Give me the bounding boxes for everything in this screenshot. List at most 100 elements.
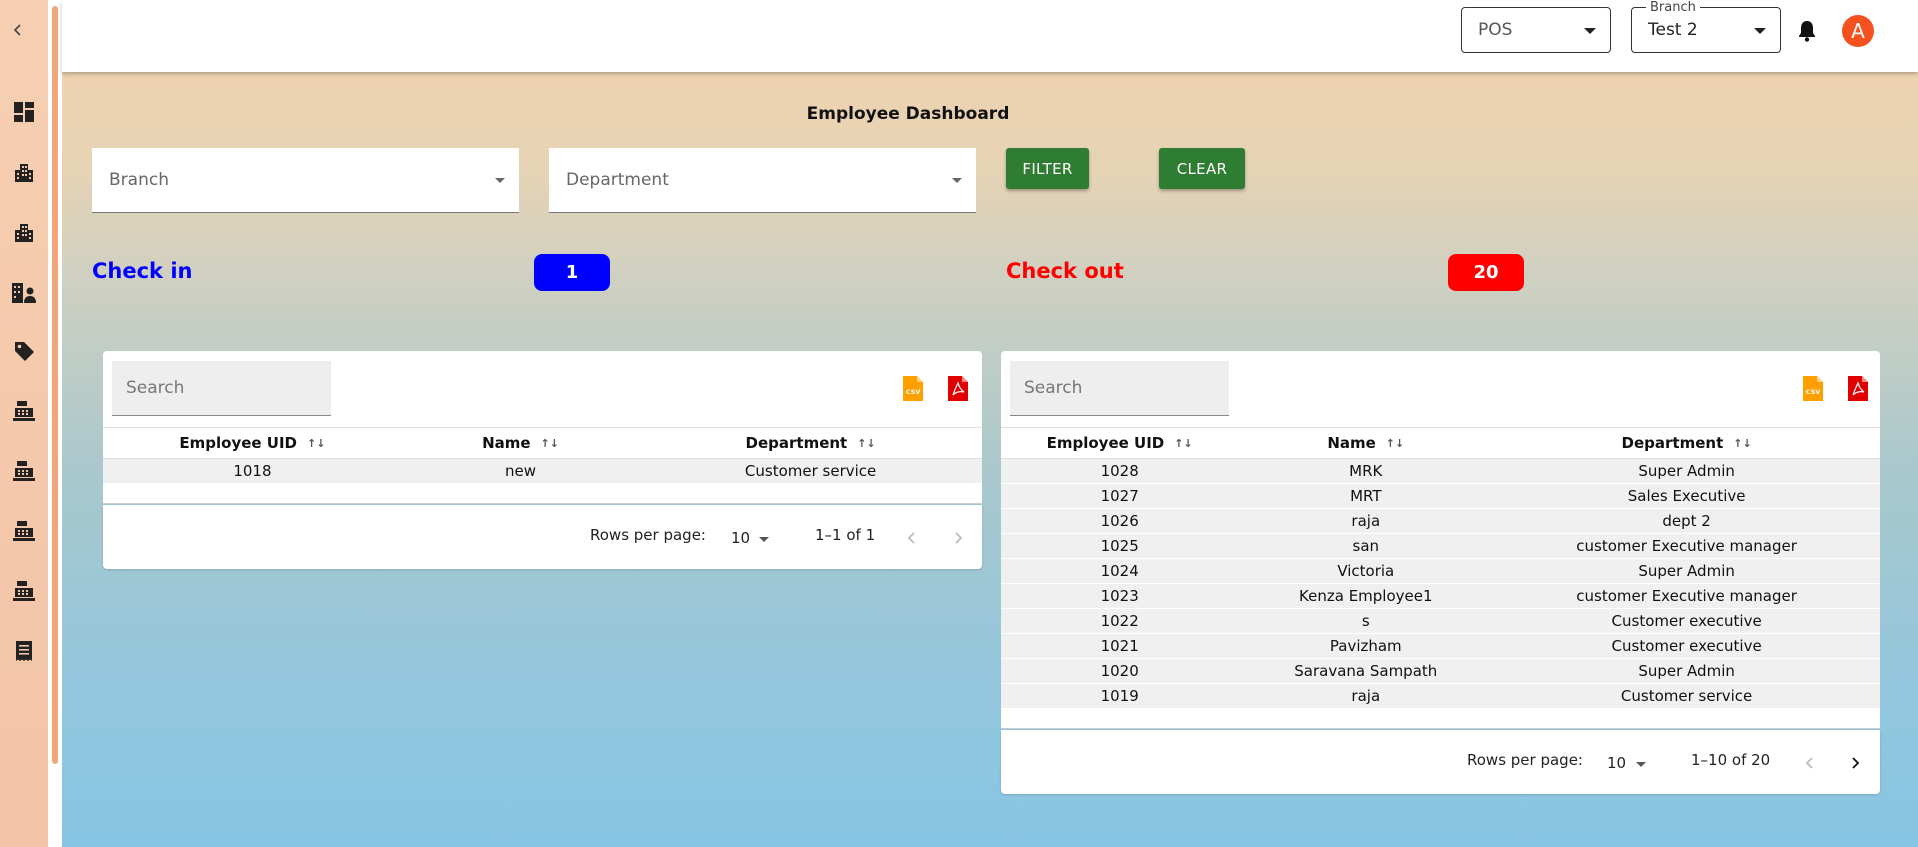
clear-button[interactable]: CLEAR: [1159, 148, 1245, 189]
sidebar-item-tags[interactable]: [11, 338, 37, 364]
cell-employee-uid: 1024: [1001, 558, 1239, 584]
table-row[interactable]: 1022 s Customer executive: [1001, 608, 1880, 634]
table-row[interactable]: 1020 Saravana Sampath Super Admin: [1001, 658, 1880, 684]
export-csv-button[interactable]: CSV: [1802, 375, 1824, 402]
table-row[interactable]: 1024 Victoria Super Admin: [1001, 558, 1880, 584]
branch-select-legend: Branch: [1646, 0, 1700, 15]
cell-department: Super Admin: [1493, 458, 1880, 484]
csv-file-icon: CSV: [903, 376, 923, 401]
next-page-button[interactable]: [1845, 753, 1865, 773]
chevron-left-icon: [907, 532, 915, 544]
column-header-label: Name: [1327, 434, 1376, 452]
column-header-employee-uid[interactable]: Employee UID ↑↓: [103, 427, 402, 459]
sidebar-item-pos-3[interactable]: [11, 518, 37, 544]
sidebar-item-reports[interactable]: [11, 638, 37, 664]
tag-icon: [15, 342, 34, 361]
column-header-name[interactable]: Name ↑↓: [1238, 427, 1494, 459]
receipt-list-icon: [16, 641, 32, 661]
table-row[interactable]: 1023 Kenza Employee1 customer Executive ma…: [1001, 583, 1880, 609]
checkin-table: Employee UID ↑↓ Name ↑↓ Department ↑↓ 1018 …: [103, 427, 982, 484]
sidebar-item-employees[interactable]: [11, 279, 37, 305]
checkin-pagination: Rows per page: 10 1–1 of 1: [103, 505, 982, 569]
branch-filter-select[interactable]: Branch: [92, 148, 519, 213]
cash-register-icon: [13, 401, 35, 421]
rows-per-page-select[interactable]: 10: [1607, 754, 1626, 772]
chevron-down-icon[interactable]: [1636, 762, 1646, 767]
filter-button[interactable]: FILTER: [1006, 148, 1089, 189]
checkin-label: Check in: [92, 259, 193, 283]
cell-employee-uid: 1027: [1001, 483, 1239, 509]
cell-department: Customer executive: [1493, 633, 1880, 659]
chevron-down-icon: [1754, 28, 1766, 34]
cell-name: Victoria: [1238, 558, 1494, 584]
cell-employee-uid: 1022: [1001, 608, 1239, 634]
export-pdf-button[interactable]: [1847, 375, 1869, 402]
pdf-file-icon: [1848, 376, 1868, 401]
table-row[interactable]: 1028 MRK Super Admin: [1001, 458, 1880, 484]
table-row[interactable]: 1018 new Customer service: [103, 458, 982, 484]
checkout-label: Check out: [1006, 259, 1124, 283]
export-csv-button[interactable]: CSV: [902, 375, 924, 402]
sidebar: [0, 0, 62, 847]
chevron-left-icon: [1805, 757, 1813, 769]
cell-name: Saravana Sampath: [1238, 658, 1494, 684]
next-page-button[interactable]: [948, 528, 968, 548]
table-row[interactable]: 1027 MRT Sales Executive: [1001, 483, 1880, 509]
export-pdf-button[interactable]: [947, 375, 969, 402]
cell-employee-uid: 1018: [103, 458, 402, 484]
column-header-label: Department: [1621, 434, 1724, 452]
table-row[interactable]: 1026 raja dept 2: [1001, 508, 1880, 534]
pos-select[interactable]: POS: [1461, 7, 1611, 53]
table-row[interactable]: 1025 san customer Executive manager: [1001, 533, 1880, 559]
sort-icon[interactable]: ↑↓: [541, 437, 559, 450]
table-row[interactable]: 1019 raja Customer service: [1001, 683, 1880, 709]
sort-icon[interactable]: ↑↓: [1386, 437, 1404, 450]
column-header-department[interactable]: Department ↑↓: [1493, 427, 1880, 459]
rows-per-page-label: Rows per page:: [1467, 751, 1583, 769]
main-content: POS Branch Test 2 A Employee Dashboard B…: [62, 0, 1918, 847]
cell-name: san: [1238, 533, 1494, 559]
prev-page-button[interactable]: [902, 528, 922, 548]
sidebar-item-dashboard[interactable]: [11, 99, 37, 125]
sidebar-item-pos-4[interactable]: [11, 578, 37, 604]
rows-per-page-select[interactable]: 10: [731, 529, 750, 547]
column-header-employee-uid[interactable]: Employee UID ↑↓: [1001, 427, 1239, 459]
sort-icon[interactable]: ↑↓: [1174, 437, 1192, 450]
sort-icon[interactable]: ↑↓: [307, 437, 325, 450]
cell-department: Customer service: [639, 458, 982, 484]
avatar[interactable]: A: [1842, 15, 1874, 47]
sidebar-item-company[interactable]: [11, 159, 37, 185]
cell-department: Customer service: [1493, 683, 1880, 709]
cash-register-icon: [13, 461, 35, 481]
checkout-pagination: Rows per page: 10 1–10 of 20: [1001, 730, 1880, 794]
page-title: Employee Dashboard: [62, 104, 1918, 124]
table-header-row: Employee UID ↑↓ Name ↑↓ Department ↑↓: [103, 427, 982, 459]
column-header-label: Employee UID: [1046, 434, 1165, 452]
column-header-name[interactable]: Name ↑↓: [401, 427, 640, 459]
checkout-table-toolbar: Search CSV: [1001, 351, 1880, 427]
sort-icon[interactable]: ↑↓: [1733, 437, 1751, 450]
branch-select[interactable]: Branch Test 2: [1631, 0, 1781, 53]
table-row[interactable]: 1021 Pavizham Customer executive: [1001, 633, 1880, 659]
sidebar-item-pos-2[interactable]: [11, 458, 37, 484]
cell-name: raja: [1238, 508, 1494, 534]
column-header-department[interactable]: Department ↑↓: [639, 427, 982, 459]
checkin-count-badge: 1: [534, 254, 610, 291]
checkout-search-placeholder: Search: [1024, 378, 1083, 398]
chevron-down-icon: [952, 178, 962, 183]
checkin-search-input[interactable]: Search: [112, 361, 331, 416]
rows-per-page-label: Rows per page:: [590, 526, 706, 544]
department-filter-select[interactable]: Department: [549, 148, 976, 213]
sidebar-item-branch[interactable]: [11, 219, 37, 245]
chevron-right-icon: [955, 532, 963, 544]
checkout-search-input[interactable]: Search: [1010, 361, 1229, 416]
prev-page-button[interactable]: [1800, 753, 1820, 773]
notifications-button[interactable]: [1794, 18, 1820, 44]
chevron-down-icon[interactable]: [759, 537, 769, 542]
sidebar-item-pos-1[interactable]: [11, 398, 37, 424]
sidebar-collapse-button[interactable]: [6, 18, 30, 42]
cash-register-icon: [13, 521, 35, 541]
chevron-left-icon: [13, 24, 21, 36]
sidebar-scrollbar[interactable]: [52, 6, 58, 764]
sort-icon[interactable]: ↑↓: [857, 437, 875, 450]
